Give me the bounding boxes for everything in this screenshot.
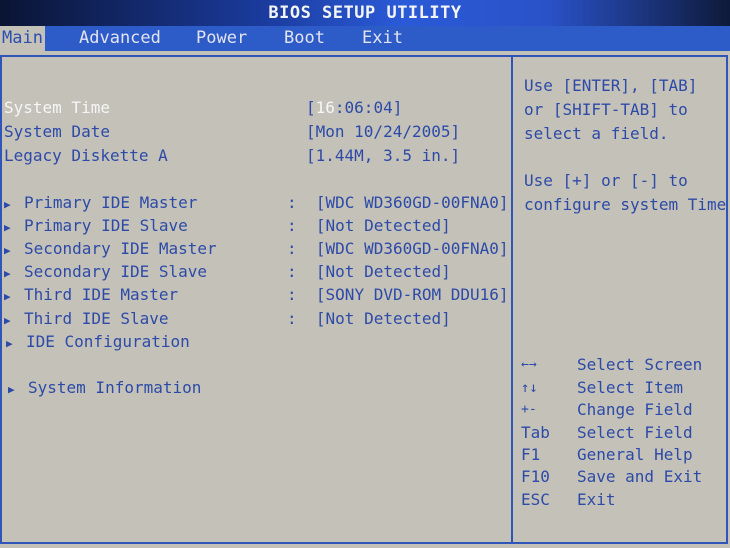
system-time-open: [ (306, 98, 316, 117)
system-date-value[interactable]: [Mon 10/24/2005] (306, 122, 460, 142)
submenu-arrow-icon: ▶ (4, 314, 11, 327)
help-line: Use [+] or [-] to (524, 171, 688, 190)
device-value: [Not Detected] (315, 262, 451, 281)
device-value: [Not Detected] (315, 309, 451, 328)
key-description: General Help (577, 445, 693, 464)
submenu-third-ide-master[interactable]: ▶ Third IDE Master (4, 285, 178, 307)
system-time-hour[interactable]: 16 (316, 98, 335, 117)
tab-boot[interactable]: Boot (282, 26, 327, 51)
key-description: Select Screen (577, 355, 703, 374)
submenu-ide-configuration[interactable]: ▶ IDE Configuration (6, 332, 190, 354)
menu-bar: Main Advanced Power Boot Exit (0, 26, 730, 51)
plus-minus-icon: +- (521, 402, 537, 417)
left-right-arrows-icon: ←→ (521, 357, 537, 372)
separator: : (287, 239, 297, 258)
key-description: Select Field (577, 423, 693, 442)
submenu-label: Secondary IDE Slave (24, 262, 208, 281)
primary-ide-slave-value: : [Not Detected] (287, 216, 451, 236)
separator: : (287, 216, 297, 235)
separator: : (287, 285, 297, 304)
separator: : (287, 262, 297, 281)
key-description: Save and Exit (577, 467, 703, 486)
submenu-arrow-icon: ▶ (4, 290, 11, 303)
separator: : (287, 309, 297, 328)
submenu-secondary-ide-slave[interactable]: ▶ Secondary IDE Slave (4, 262, 207, 284)
key-tab: Tab (521, 423, 550, 442)
submenu-label: Primary IDE Master (24, 193, 198, 212)
tab-exit[interactable]: Exit (360, 26, 405, 51)
legacy-diskette-value[interactable]: [1.44M, 3.5 in.] (306, 146, 460, 166)
submenu-label: Secondary IDE Master (24, 239, 217, 258)
device-value: [Not Detected] (315, 216, 451, 235)
secondary-ide-slave-value: : [Not Detected] (287, 262, 451, 282)
help-line: configure system Time. (524, 195, 730, 214)
submenu-label: Third IDE Slave (24, 309, 169, 328)
title-bar: BIOS SETUP UTILITY (0, 0, 730, 26)
submenu-secondary-ide-master[interactable]: ▶ Secondary IDE Master (4, 239, 217, 261)
submenu-arrow-icon: ▶ (4, 244, 11, 257)
panel-divider (511, 55, 513, 544)
device-value: [WDC WD360GD-00FNA0] (315, 239, 509, 258)
tab-power[interactable]: Power (194, 26, 249, 51)
submenu-primary-ide-slave[interactable]: ▶ Primary IDE Slave (4, 216, 188, 238)
device-value: [WDC WD360GD-00FNA0] (315, 193, 509, 212)
key-f1: F1 (521, 445, 541, 464)
system-time-rest: :06:04] (334, 98, 403, 117)
key-f10: F10 (521, 467, 550, 486)
submenu-system-information[interactable]: ▶ System Information (8, 378, 201, 400)
third-ide-slave-value: : [Not Detected] (287, 309, 451, 329)
key-description: Change Field (577, 400, 693, 419)
submenu-arrow-icon: ▶ (6, 337, 13, 350)
submenu-arrow-icon: ▶ (4, 221, 11, 234)
submenu-arrow-icon: ▶ (8, 383, 15, 396)
key-description: Exit (577, 490, 616, 509)
system-time-value[interactable]: [16:06:04] (306, 98, 402, 118)
help-line: or [SHIFT-TAB] to (524, 100, 688, 119)
submenu-third-ide-slave[interactable]: ▶ Third IDE Slave (4, 309, 169, 331)
system-time-label[interactable]: System Time (4, 98, 110, 118)
submenu-label: IDE Configuration (26, 332, 190, 351)
separator: : (287, 193, 297, 212)
help-line: Use [ENTER], [TAB] (524, 76, 698, 95)
legacy-diskette-label[interactable]: Legacy Diskette A (4, 146, 168, 166)
system-date-label[interactable]: System Date (4, 122, 110, 142)
key-description: Select Item (577, 378, 683, 397)
submenu-label: Third IDE Master (24, 285, 179, 304)
device-value: [SONY DVD-ROM DDU16] (315, 285, 509, 304)
up-down-arrows-icon: ↑↓ (521, 380, 538, 396)
tab-advanced[interactable]: Advanced (77, 26, 163, 51)
tab-main[interactable]: Main (0, 26, 45, 51)
submenu-arrow-icon: ▶ (4, 267, 11, 280)
submenu-primary-ide-master[interactable]: ▶ Primary IDE Master (4, 193, 197, 215)
submenu-arrow-icon: ▶ (4, 198, 11, 211)
key-esc: ESC (521, 490, 550, 509)
primary-ide-master-value: : [WDC WD360GD-00FNA0] (287, 193, 509, 213)
third-ide-master-value: : [SONY DVD-ROM DDU16] (287, 285, 509, 305)
secondary-ide-master-value: : [WDC WD360GD-00FNA0] (287, 239, 509, 259)
submenu-label: System Information (28, 378, 202, 397)
help-line: select a field. (524, 124, 669, 143)
submenu-label: Primary IDE Slave (24, 216, 188, 235)
